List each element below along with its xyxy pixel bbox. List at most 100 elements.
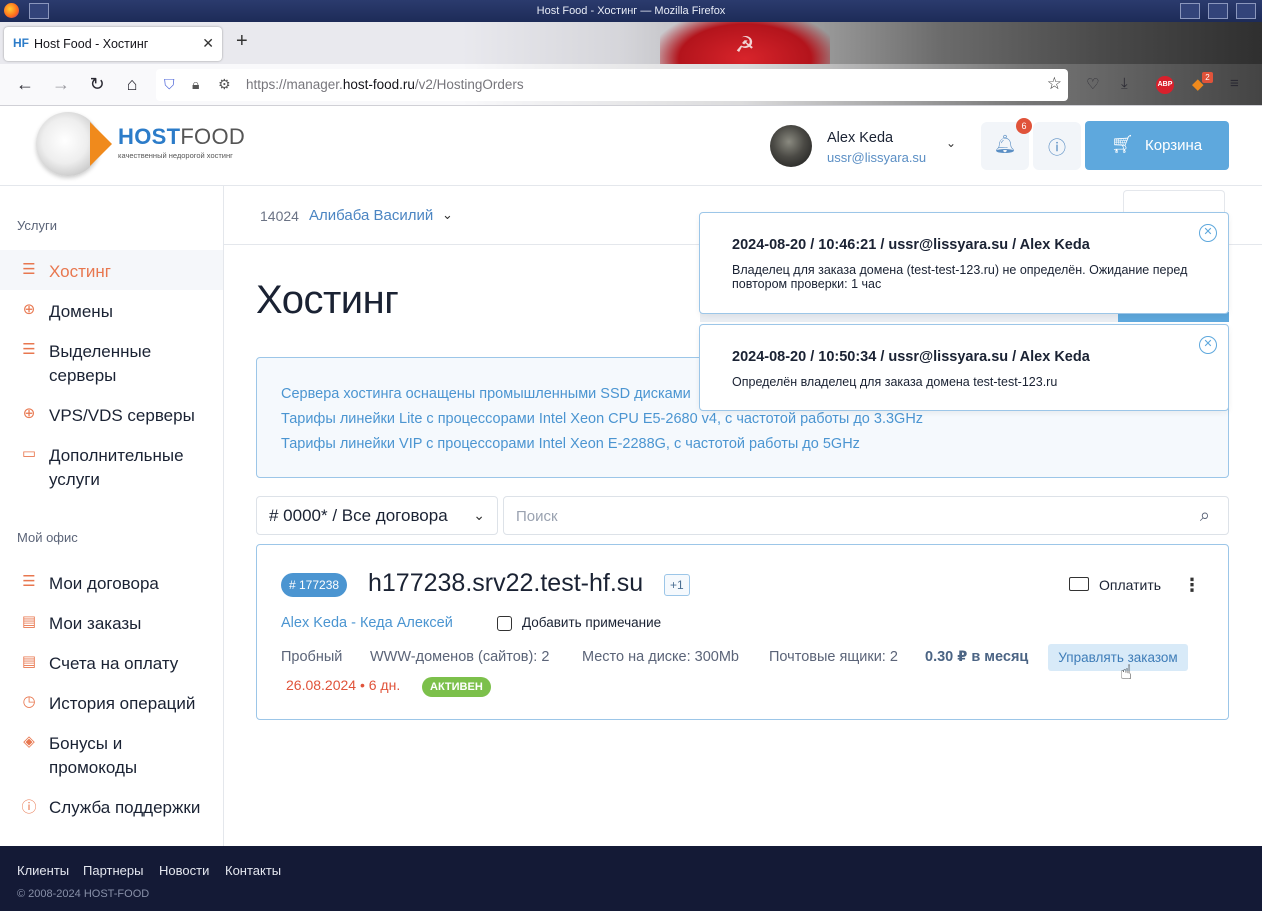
sidebar-item-contracts[interactable]: ☰ Мои договора — [0, 562, 223, 602]
footer-link-clients[interactable]: Клиенты — [17, 863, 69, 878]
sidebar-item-addons[interactable]: ▭ Дополнительные услуги — [0, 434, 223, 498]
help-button[interactable]: ⓘ — [1033, 122, 1081, 170]
window-title: Host Food - Хостинг — Mozilla Firefox — [536, 5, 726, 17]
server-icon: ☰ — [22, 341, 36, 358]
disk-space: Место на диске: 300Mb — [582, 649, 740, 665]
contract-filter-select[interactable]: # 0000* / Все договора ⌄ — [256, 496, 498, 535]
office-section-title: Мой офис — [17, 530, 78, 545]
tag-icon: ◈ — [23, 733, 35, 750]
notifications-badge: 6 — [1016, 118, 1032, 134]
logo-tagline: качественный недорогой хостинг — [118, 151, 233, 160]
new-tab-button[interactable]: + — [236, 30, 248, 53]
add-note-label: Добавить примечание — [522, 615, 662, 630]
cart-icon: 🛒︎ — [1111, 134, 1134, 154]
back-icon[interactable]: ← — [13, 74, 37, 95]
extension-badge: 2 — [1202, 72, 1213, 83]
sidebar-item-orders[interactable]: ▤ Мои заказы — [0, 602, 223, 642]
sidebar-item-bonuses[interactable]: ◈ Бонусы и промокоды — [0, 722, 223, 786]
adblock-icon[interactable]: ABP — [1156, 76, 1174, 94]
hammer-sickle-icon: ☭ — [735, 32, 755, 57]
tab-label: Host Food - Хостинг — [34, 37, 149, 51]
info-line[interactable]: Тарифы линейки VIP с процессорами Intel … — [281, 436, 860, 452]
globe-icon: ⊕ — [22, 405, 36, 422]
browser-tab-active[interactable]: HF Host Food - Хостинг ✕ — [4, 27, 222, 61]
sidebar-item-hosting[interactable]: ☰ Хостинг — [0, 250, 223, 290]
search-icon[interactable]: ⌕ — [1200, 505, 1210, 526]
cart-label: Корзина — [1145, 137, 1203, 154]
search-input[interactable] — [516, 503, 1166, 529]
expiry-date: 26.08.2024 • 6 дн. — [286, 677, 401, 693]
chevron-down-icon[interactable]: ⌄ — [946, 136, 956, 150]
avatar[interactable] — [770, 125, 812, 167]
notification-toast[interactable]: 2024-08-20 / 10:46:21 / ussr@lissyara.su… — [699, 212, 1229, 314]
chevron-down-icon[interactable]: ⌄ — [442, 207, 453, 223]
minimize-button[interactable] — [1180, 3, 1200, 19]
close-icon[interactable]: ✕ — [1199, 224, 1217, 242]
permissions-icon[interactable]: ⚙ — [218, 76, 231, 93]
menu-icon[interactable]: ≡ — [1230, 75, 1239, 92]
sidebar-item-vps[interactable]: ⊕ VPS/VDS серверы — [0, 394, 223, 434]
sidebar-item-dedicated[interactable]: ☰ Выделенные серверы — [0, 330, 223, 394]
pocket-icon[interactable]: ♡ — [1086, 75, 1099, 93]
url-text[interactable]: https://manager.host-food.ru/v2/HostingO… — [246, 77, 524, 92]
chevron-down-icon: ⌄ — [473, 507, 485, 523]
sidebar-item-label: Хостинг — [49, 262, 111, 281]
extra-domains-badge[interactable]: +1 — [664, 574, 690, 596]
downloads-icon[interactable]: ⤓ — [1121, 75, 1128, 92]
sidebar-item-label: История операций — [49, 694, 196, 713]
order-client-link[interactable]: Alex Keda - Кеда Алексей — [281, 615, 453, 631]
logo-arrow — [90, 122, 112, 166]
page-title: Хостинг — [256, 278, 399, 322]
close-tab-icon[interactable]: ✕ — [202, 35, 214, 52]
sidebar-item-label: Счета на оплату — [49, 654, 179, 673]
order-id-badge: # 177238 — [281, 573, 348, 597]
pay-label: Оплатить — [1099, 577, 1162, 593]
site-header: HOSTFOOD качественный недорогой хостинг … — [0, 106, 1262, 186]
logo-text[interactable]: HOSTFOOD — [118, 124, 245, 150]
sidebar-item-domains[interactable]: ⊕ Домены — [0, 290, 223, 330]
copyright: © 2008-2024 HOST-FOOD — [17, 888, 150, 900]
globe-icon: ⊕ — [22, 301, 36, 318]
addon-icon: ▭ — [21, 445, 37, 462]
user-email[interactable]: ussr@lissyara.su — [827, 150, 926, 165]
close-window-button[interactable] — [1236, 3, 1256, 19]
sidebar-item-support[interactable]: ⓘ Служба поддержки — [0, 786, 223, 826]
footer-link-contacts[interactable]: Контакты — [225, 863, 281, 878]
question-icon: ⓘ — [1048, 138, 1066, 158]
contract-name[interactable]: Алибаба Василий — [309, 207, 433, 224]
contracts-icon: ☰ — [22, 573, 36, 590]
info-line[interactable]: Сервера хостинга оснащены промышленными … — [281, 386, 691, 402]
reload-icon[interactable]: ↻ — [85, 74, 109, 95]
orders-icon: ▤ — [21, 613, 37, 630]
info-line[interactable]: Тарифы линейки Lite с процессорами Intel… — [281, 411, 923, 427]
sidebar-item-history[interactable]: ◷ История операций — [0, 682, 223, 722]
url-bar[interactable]: ⛉ 🔒︎ ⚙ https://manager.host-food.ru/v2/H… — [156, 69, 1068, 101]
sidebar-item-invoices[interactable]: ▤ Счета на оплату — [0, 642, 223, 682]
sidebar-item-label: Служба поддержки — [49, 798, 201, 817]
bookmark-star-icon[interactable]: ☆ — [1047, 74, 1062, 94]
invoice-icon: ▤ — [21, 653, 37, 670]
contract-number: 14024 — [260, 208, 299, 224]
help-icon: ⓘ — [21, 799, 37, 816]
manage-order-button[interactable]: Управлять заказом — [1048, 644, 1188, 671]
close-icon[interactable]: ✕ — [1199, 336, 1217, 354]
search-box[interactable]: ⌕ — [503, 496, 1229, 535]
order-hostname[interactable]: h177238.srv22.test-hf.su — [368, 569, 643, 598]
cart-button[interactable]: 🛒︎ Корзина — [1085, 121, 1229, 170]
lock-icon[interactable]: 🔒︎ — [192, 76, 199, 93]
site-favicon-icon: HF — [13, 36, 29, 50]
forward-icon[interactable]: → — [49, 74, 73, 95]
maximize-button[interactable] — [1208, 3, 1228, 19]
home-icon[interactable]: ⌂ — [120, 74, 144, 95]
toast-header: 2024-08-20 / 10:50:34 / ussr@lissyara.su… — [732, 349, 1090, 365]
services-section-title: Услуги — [17, 218, 57, 233]
footer-link-news[interactable]: Новости — [159, 863, 209, 878]
shield-icon[interactable]: ⛉ — [164, 76, 175, 93]
toast-body: Определён владелец для заказа домена tes… — [732, 375, 1058, 389]
order-card: # 177238 h177238.srv22.test-hf.su +1 Опл… — [256, 544, 1229, 720]
more-options-icon[interactable]: ⋮ — [1183, 575, 1201, 596]
user-name[interactable]: Alex Keda — [827, 130, 893, 146]
sidebar-item-label: Мои договора — [49, 574, 159, 593]
footer-link-partners[interactable]: Партнеры — [83, 863, 143, 878]
notification-toast[interactable]: 2024-08-20 / 10:50:34 / ussr@lissyara.su… — [699, 324, 1229, 411]
